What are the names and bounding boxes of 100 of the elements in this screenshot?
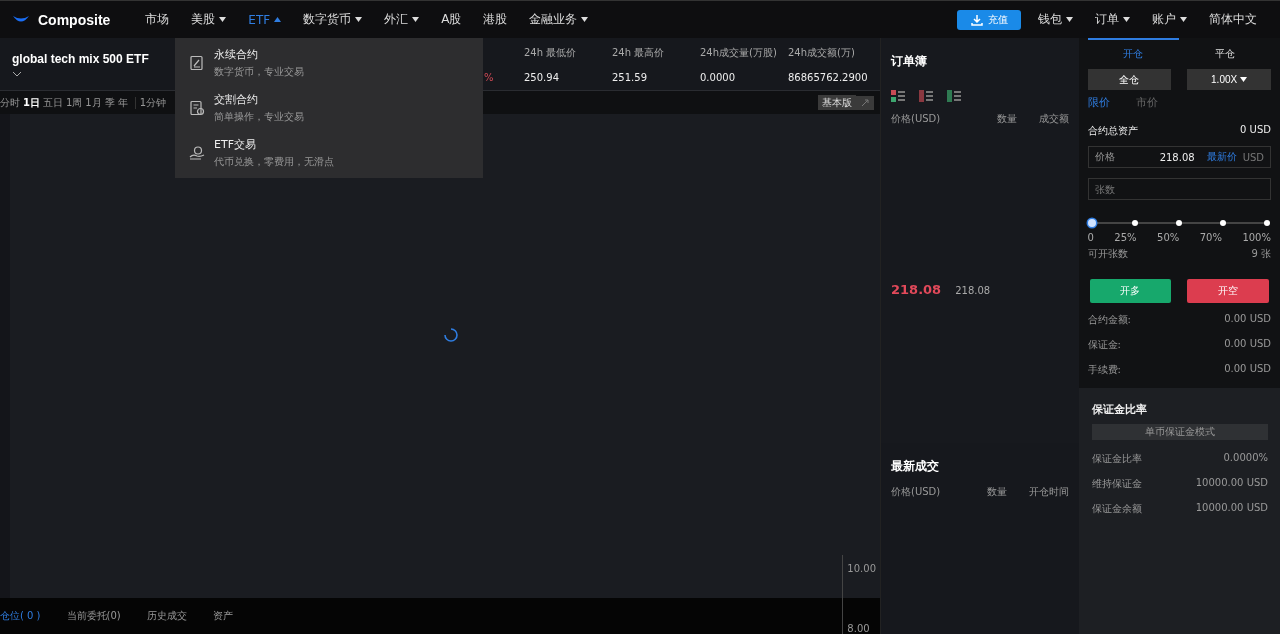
expand-icon[interactable]: [856, 95, 874, 110]
nav-menu-item[interactable]: 简体中文: [1209, 11, 1257, 28]
last-price: 218.08: [891, 282, 942, 297]
nav-menu-item[interactable]: 订单: [1095, 11, 1130, 28]
margin-value: 10000.00 USD: [1195, 477, 1268, 490]
nav-menu-item[interactable]: ETF: [248, 12, 282, 27]
nav-menu-item[interactable]: 钱包: [1038, 11, 1073, 28]
leverage-button[interactable]: 1.00X: [1187, 69, 1271, 90]
order-type-tab[interactable]: 限价: [1087, 95, 1110, 110]
trade-tab[interactable]: 平仓: [1179, 38, 1271, 65]
dropdown-menu-item[interactable]: 永续合约 数字货币，专业交易: [175, 46, 483, 79]
stat-label: 24h 最低价: [524, 45, 578, 60]
interval-tab[interactable]: 1分钟: [139, 95, 167, 110]
menu-item-title: 永续合约: [214, 46, 259, 62]
symbol-name: global tech mix 500 ETF: [12, 51, 149, 66]
slider-thumb[interactable]: [1087, 219, 1096, 227]
both-sides-icon[interactable]: [891, 90, 905, 102]
menu-item-subtitle: 简单操作，专业交易: [214, 110, 304, 124]
slider-mark-label: 50%: [1157, 232, 1180, 243]
summary-value: 0.00 USD: [1224, 338, 1271, 351]
nav-menu-item[interactable]: 外汇: [384, 11, 420, 28]
bottom-tab[interactable]: 当前委托(0): [66, 609, 121, 623]
slider-mark-label: 0: [1087, 232, 1094, 243]
column-header: 开仓时间: [1028, 485, 1069, 499]
period-tab[interactable]: 季: [104, 95, 115, 110]
caret-icon: [1240, 77, 1248, 82]
trades-title: 最新成交: [891, 458, 940, 475]
document-check-icon: [189, 100, 205, 116]
margin-value: 0.0000%: [1223, 452, 1268, 465]
chart-mode-button[interactable]: 基本版: [818, 95, 856, 110]
menu-item-title: ETF交易: [214, 137, 257, 153]
asks-only-icon[interactable]: [919, 90, 933, 102]
dropdown-menu-item[interactable]: 交割合约 简单操作，专业交易: [175, 92, 483, 124]
bottom-tab[interactable]: 历史成交: [146, 609, 187, 623]
dropdown-menu-item[interactable]: ETF交易 代币兑换，零费用，无滑点: [175, 137, 483, 170]
column-header: 数量: [996, 112, 1017, 126]
axis-label: 8.00: [847, 623, 871, 634]
download-icon: [970, 13, 983, 26]
summary-value: 0.00 USD: [1224, 363, 1271, 376]
margin-ratio-title: 保证金比率: [1091, 402, 1148, 417]
slider-tick: [1176, 220, 1183, 226]
trade-tab[interactable]: 开仓: [1087, 38, 1180, 65]
column-header: 价格(USD): [891, 112, 941, 126]
margin-mode-button[interactable]: 全仓: [1087, 69, 1172, 90]
stat-value: 86865762.2900: [788, 71, 869, 83]
bids-only-icon[interactable]: [947, 90, 961, 102]
stat-label: 24h 最高价: [612, 45, 666, 60]
document-pen-icon: [189, 54, 205, 71]
open-short-button[interactable]: 开空: [1187, 279, 1269, 303]
slider-mark-label: 25%: [1114, 232, 1137, 243]
stat-label: 24h成交额(万): [788, 45, 856, 60]
deposit-button[interactable]: 充值: [957, 9, 1021, 30]
available-label: 可开张数: [1087, 247, 1128, 261]
slider-tick: [1132, 220, 1139, 226]
margin-mode-label[interactable]: 单币保证金模式: [1091, 424, 1268, 440]
period-tab[interactable]: 1周: [65, 95, 83, 110]
available-value: 9 张: [1251, 247, 1271, 261]
chevron-down-icon[interactable]: [12, 70, 22, 77]
menu-item-title: 交割合约: [214, 92, 259, 107]
axis-label: 10.00: [847, 563, 876, 574]
nav-menu-item[interactable]: 金融业务: [529, 11, 589, 28]
nav-menu-item[interactable]: 市场: [145, 11, 170, 28]
stat-label: 24h成交量(万股): [700, 45, 778, 60]
slider-mark-label: 70%: [1199, 232, 1222, 243]
last-price-reference: 218.08: [955, 285, 991, 296]
stat-value: 250.94: [524, 71, 560, 83]
summary-value: 0.00 USD: [1224, 313, 1271, 326]
slider-tick: [1220, 220, 1227, 226]
period-tab[interactable]: 分时: [0, 95, 20, 110]
column-header: 价格(USD): [891, 485, 941, 499]
margin-label: 保证金余额: [1091, 502, 1142, 516]
price-field[interactable]: 价格 218.08 最新价 USD: [1087, 146, 1271, 168]
total-assets-value: 0 USD: [1240, 124, 1271, 137]
period-tab[interactable]: 1月: [85, 95, 102, 110]
period-tab[interactable]: 1日: [23, 95, 40, 110]
orderbook-title: 订单簿: [891, 53, 928, 70]
quantity-field[interactable]: 张数: [1087, 178, 1271, 200]
nav-menu-item[interactable]: 数字货币: [303, 11, 363, 28]
price-change: %: [484, 71, 495, 83]
nav-menu-item[interactable]: 美股: [191, 11, 227, 28]
nav-menu-item[interactable]: 港股: [483, 11, 508, 28]
column-header: 成交额: [1038, 112, 1069, 126]
period-tab[interactable]: 年: [117, 95, 128, 110]
menu-item-subtitle: 数字货币，专业交易: [214, 64, 304, 79]
margin-label: 维持保证金: [1091, 477, 1142, 491]
menu-item-subtitle: 代币兑换，零费用，无滑点: [214, 155, 334, 170]
nav-menu-item[interactable]: 账户: [1152, 11, 1187, 28]
brand-name: Composite: [38, 11, 111, 28]
column-header: 数量: [986, 485, 1007, 499]
bottom-tab[interactable]: 资产: [212, 609, 233, 623]
summary-label: 手续费:: [1087, 363, 1121, 377]
period-tab[interactable]: 五日: [42, 95, 63, 110]
bottom-tab[interactable]: 仓位( 0 ): [0, 609, 41, 623]
nav-menu-item[interactable]: A股: [441, 11, 462, 28]
slider-tick: [1264, 220, 1270, 226]
summary-label: 合约金额:: [1087, 313, 1131, 327]
margin-label: 保证金比率: [1091, 452, 1142, 466]
total-assets-label: 合约总资产: [1087, 124, 1138, 138]
stat-value: 251.59: [612, 71, 648, 83]
loading-spinner-icon: [443, 327, 459, 343]
